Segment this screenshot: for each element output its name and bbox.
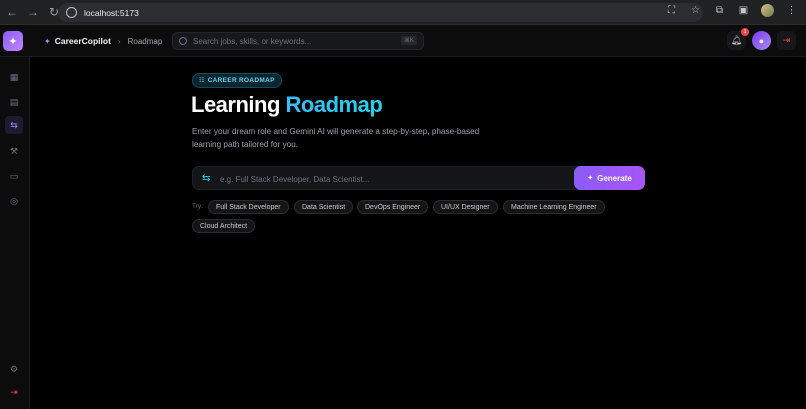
- bell-icon: 🔔︎: [730, 35, 743, 45]
- site-info-icon[interactable]: [66, 7, 77, 18]
- suggestion-chip[interactable]: Data Scientist: [294, 200, 354, 214]
- gear-icon: ⚙: [9, 363, 19, 374]
- page-title-accent: Roadmap: [285, 92, 383, 117]
- sidebar: ▦ ▤ ⇆ ⚒ ▭ ◎ ⚙ ⇥: [0, 57, 30, 409]
- sidebar-item-interview[interactable]: ◎: [5, 192, 23, 210]
- roadmap-icon: ☷: [199, 78, 205, 84]
- tab-search-icon[interactable]: ▣: [737, 4, 750, 17]
- breadcrumb-current: Roadmap: [127, 36, 163, 46]
- briefcase-icon: ▭: [9, 170, 19, 181]
- generate-button[interactable]: ✦ Generate: [574, 166, 645, 190]
- back-arrow-icon[interactable]: ←: [3, 3, 21, 21]
- suggestion-chip[interactable]: DevOps Engineer: [357, 200, 429, 214]
- chevron-right-icon: ›: [117, 36, 121, 46]
- generate-label: Generate: [597, 173, 632, 183]
- notifications-button[interactable]: 🔔︎ 1: [727, 28, 749, 50]
- suggestion-chip[interactable]: Full Stack Developer: [208, 200, 289, 214]
- suggestion-chip[interactable]: UI/UX Designer: [433, 200, 498, 214]
- sidebar-item-jobs[interactable]: ▭: [5, 167, 23, 185]
- page-title-part1: Learning: [191, 92, 286, 117]
- logout-button[interactable]: ⇥: [777, 31, 796, 50]
- notification-badge: 1: [741, 28, 749, 36]
- global-search[interactable]: Search jobs, skills, or keywords... ⌘K: [172, 32, 424, 50]
- try-label: Try:: [192, 203, 203, 210]
- page-title: Learning Roadmap: [191, 92, 383, 118]
- url-text: localhost:5173: [84, 7, 139, 18]
- route-icon: ⇆: [10, 119, 18, 130]
- sidebar-item-skills[interactable]: ⚒: [5, 142, 23, 160]
- grid-icon: ▦: [9, 71, 19, 82]
- menu-kebab-icon[interactable]: ⋮: [785, 4, 798, 17]
- browser-toolbar: ← → ↻ localhost:5173 ⛶ ☆ ⧉ ▣ ⋮: [0, 0, 806, 25]
- sidebar-item-logout[interactable]: ⇥: [5, 383, 23, 401]
- address-bar[interactable]: localhost:5173: [58, 3, 703, 22]
- section-badge: ☷ CAREER ROADMAP: [192, 73, 282, 88]
- dream-role-input[interactable]: [220, 171, 570, 187]
- role-input-container: ⇆ ✦ Generate: [192, 166, 645, 190]
- page-subtitle: Enter your dream role and Gemini AI will…: [192, 127, 480, 149]
- forward-arrow-icon[interactable]: →: [24, 3, 42, 21]
- header-actions: 🔔︎ 1 ● ⇥: [727, 28, 796, 50]
- logout-icon: ⇥: [10, 386, 18, 397]
- bookmark-star-icon[interactable]: ☆: [689, 4, 702, 17]
- sidebar-item-dashboard[interactable]: ▦: [5, 68, 23, 86]
- search-icon: [179, 37, 187, 45]
- search-shortcut-hint: ⌘K: [400, 36, 417, 45]
- user-avatar[interactable]: ●: [752, 31, 771, 50]
- browser-actions: ⛶ ☆ ⧉ ▣ ⋮: [665, 4, 798, 17]
- route-icon: ⇆: [202, 173, 211, 184]
- badge-label: CAREER ROADMAP: [207, 77, 275, 84]
- sparkle-icon: ✦: [587, 175, 594, 182]
- suggestion-chip[interactable]: Cloud Architect: [192, 219, 256, 233]
- translate-icon[interactable]: ⛶: [665, 4, 678, 17]
- wrench-icon: ⚒: [9, 145, 19, 156]
- brand-name[interactable]: CareerCopilot: [55, 36, 111, 46]
- sidebar-item-resume[interactable]: ▤: [5, 93, 23, 111]
- bot-icon: ◎: [10, 195, 18, 206]
- app-logo-sparkle-icon[interactable]: ✦: [3, 31, 23, 51]
- suggestion-chip[interactable]: Machine Learning Engineer: [503, 200, 605, 214]
- brand-sparkle-icon: ✦: [44, 36, 51, 46]
- browser-profile-avatar[interactable]: [761, 4, 774, 17]
- search-input[interactable]: Search jobs, skills, or keywords...: [193, 37, 311, 46]
- document-icon: ▤: [9, 96, 19, 107]
- sidebar-item-settings[interactable]: ⚙: [5, 360, 23, 378]
- breadcrumb: ✦ CareerCopilot › Roadmap: [44, 36, 162, 46]
- user-icon: ●: [758, 35, 765, 46]
- sidebar-item-roadmap[interactable]: ⇆: [5, 116, 23, 134]
- logout-icon: ⇥: [782, 35, 791, 45]
- app-header: ✦ ✦ CareerCopilot › Roadmap Search jobs,…: [0, 25, 806, 57]
- extensions-icon[interactable]: ⧉: [713, 4, 726, 17]
